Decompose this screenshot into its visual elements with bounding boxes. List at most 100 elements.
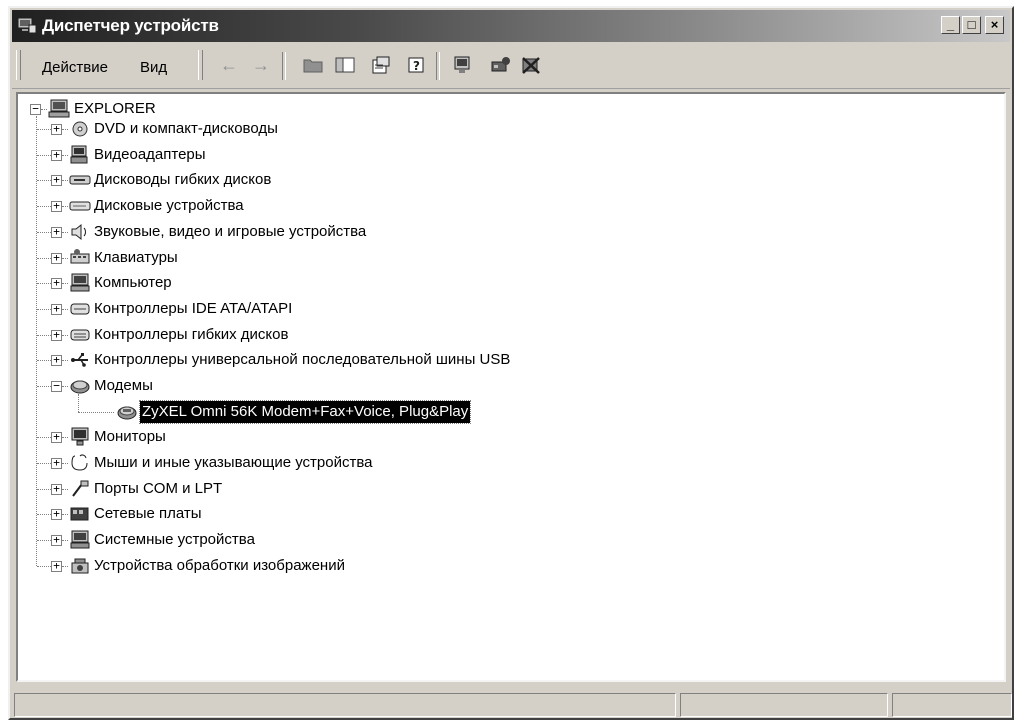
tree-expand-toggle[interactable]: + [51, 123, 62, 135]
tree-item-label[interactable]: Мониторы [94, 426, 166, 448]
tree-line [37, 540, 51, 542]
mouse-icon [71, 454, 88, 471]
tree-line [62, 129, 68, 131]
tree-line [37, 232, 51, 234]
tree-expand-toggle[interactable]: + [51, 303, 62, 315]
tree-line [41, 109, 47, 111]
root-collapse-toggle[interactable]: − [30, 103, 41, 115]
tree-line [37, 206, 51, 208]
back-button[interactable]: ← [218, 55, 240, 75]
toolbar-separator [282, 52, 286, 80]
tree-expand-toggle[interactable]: + [51, 200, 62, 212]
keyboard-icon [70, 249, 90, 264]
maximize-button[interactable]: □ [962, 16, 981, 34]
imaging-device-icon [71, 558, 89, 574]
tree-line [62, 155, 68, 157]
tree-line [37, 489, 51, 491]
tree-line [62, 463, 68, 465]
uninstall-icon[interactable] [520, 55, 542, 75]
tree-expand-toggle[interactable]: + [51, 457, 62, 469]
tree-item-label[interactable]: Звуковые, видео и игровые устройства [94, 221, 366, 243]
tree-item-label[interactable]: Модемы [94, 375, 153, 397]
tree-item-label-selected[interactable]: ZyXEL Omni 56K Modem+Fax+Voice, Plug&Pla… [138, 400, 472, 424]
tree-line [37, 309, 51, 311]
network-card-icon [70, 507, 89, 521]
device-tree-panel[interactable]: − EXPLORER + DVD и компакт-дисководы + Виде… [16, 92, 1006, 682]
tree-line [62, 309, 68, 311]
window-title: Диспетчер устройств [42, 16, 219, 35]
tree-item-label[interactable]: Устройства обработки изображений [94, 555, 345, 577]
tree-expand-toggle[interactable]: + [51, 354, 62, 366]
tree-line [62, 514, 68, 516]
system-device-icon [70, 530, 90, 549]
menu-view[interactable]: Вид [140, 59, 167, 76]
tree-expand-toggle[interactable]: + [51, 226, 62, 238]
tree-line [62, 489, 68, 491]
tree-line [36, 116, 38, 566]
up-folder-icon[interactable] [302, 55, 324, 75]
tree-item-label[interactable]: Контроллеры гибких дисков [94, 324, 288, 346]
tree-line [37, 155, 51, 157]
close-button[interactable]: × [985, 16, 1004, 34]
tree-item-label[interactable]: Клавиатуры [94, 247, 178, 269]
tree-expand-toggle[interactable]: + [51, 174, 62, 186]
tree-expand-toggle[interactable]: + [51, 277, 62, 289]
tree-item-label[interactable]: Порты COM и LPT [94, 478, 222, 500]
show-hide-tree-icon[interactable] [334, 55, 356, 75]
tree-item-label[interactable]: Мыши и иные указывающие устройства [94, 452, 372, 474]
tree-line [37, 463, 51, 465]
tree-item-label[interactable]: Дисковые устройства [94, 195, 244, 217]
status-pane-2 [680, 693, 888, 717]
tree-line [78, 412, 114, 414]
tree-expand-toggle[interactable]: + [51, 560, 62, 572]
toolbar-grip[interactable] [16, 50, 21, 80]
tree-line [62, 540, 68, 542]
tree-line [78, 394, 80, 412]
tree-expand-toggle[interactable]: + [51, 483, 62, 495]
tree-line [62, 566, 68, 568]
tree-item-label[interactable]: Видеоадаптеры [94, 144, 206, 166]
device-tree: − EXPLORER + DVD и компакт-дисководы + Виде… [18, 94, 1004, 680]
toolbar-grip[interactable] [198, 50, 203, 80]
device-manager-window: Диспетчер устройств _ □ × Действие Вид ←… [8, 6, 1014, 720]
tree-line [62, 437, 68, 439]
tree-item-label[interactable]: Контроллеры универсальной последовательн… [94, 349, 510, 371]
tree-expand-toggle[interactable]: + [51, 252, 62, 264]
tree-item-label[interactable]: DVD и компакт-дисководы [94, 118, 278, 140]
status-bar [12, 690, 1012, 718]
properties-icon[interactable] [370, 55, 392, 75]
device-manager-icon [17, 17, 37, 34]
tree-line [37, 283, 51, 285]
tree-line [62, 386, 68, 388]
tree-line [37, 258, 51, 260]
tree-item-label[interactable]: Сетевые платы [94, 503, 202, 525]
tree-line [62, 232, 68, 234]
tree-item-label[interactable]: Системные устройства [94, 529, 255, 551]
display-adapter-icon [70, 145, 88, 164]
tree-root-label[interactable]: EXPLORER [74, 98, 156, 120]
forward-button[interactable]: → [250, 55, 272, 75]
tree-line [62, 180, 68, 182]
tree-line [62, 360, 68, 362]
title-bar[interactable]: Диспетчер устройств _ □ × [12, 10, 1010, 42]
help-icon[interactable]: ? [406, 55, 428, 75]
tree-line [37, 360, 51, 362]
tree-line [62, 206, 68, 208]
tree-item-label[interactable]: Контроллеры IDE ATA/ATAPI [94, 298, 292, 320]
update-driver-icon[interactable] [490, 55, 512, 75]
status-pane-main [14, 693, 676, 717]
minimize-button[interactable]: _ [941, 16, 960, 34]
tree-expand-toggle[interactable]: + [51, 431, 62, 443]
tree-expand-toggle[interactable]: + [51, 534, 62, 546]
tree-item-label[interactable]: Компьютер [94, 272, 172, 294]
usb-icon [71, 353, 88, 367]
computer-icon [70, 273, 90, 292]
tree-expand-toggle[interactable]: − [51, 380, 62, 392]
scan-hardware-icon[interactable] [452, 55, 474, 75]
tree-expand-toggle[interactable]: + [51, 329, 62, 341]
modem-device-icon [117, 406, 137, 420]
menu-action[interactable]: Действие [42, 59, 108, 76]
tree-item-label[interactable]: Дисководы гибких дисков [94, 169, 271, 191]
tree-expand-toggle[interactable]: + [51, 149, 62, 161]
tree-expand-toggle[interactable]: + [51, 508, 62, 520]
